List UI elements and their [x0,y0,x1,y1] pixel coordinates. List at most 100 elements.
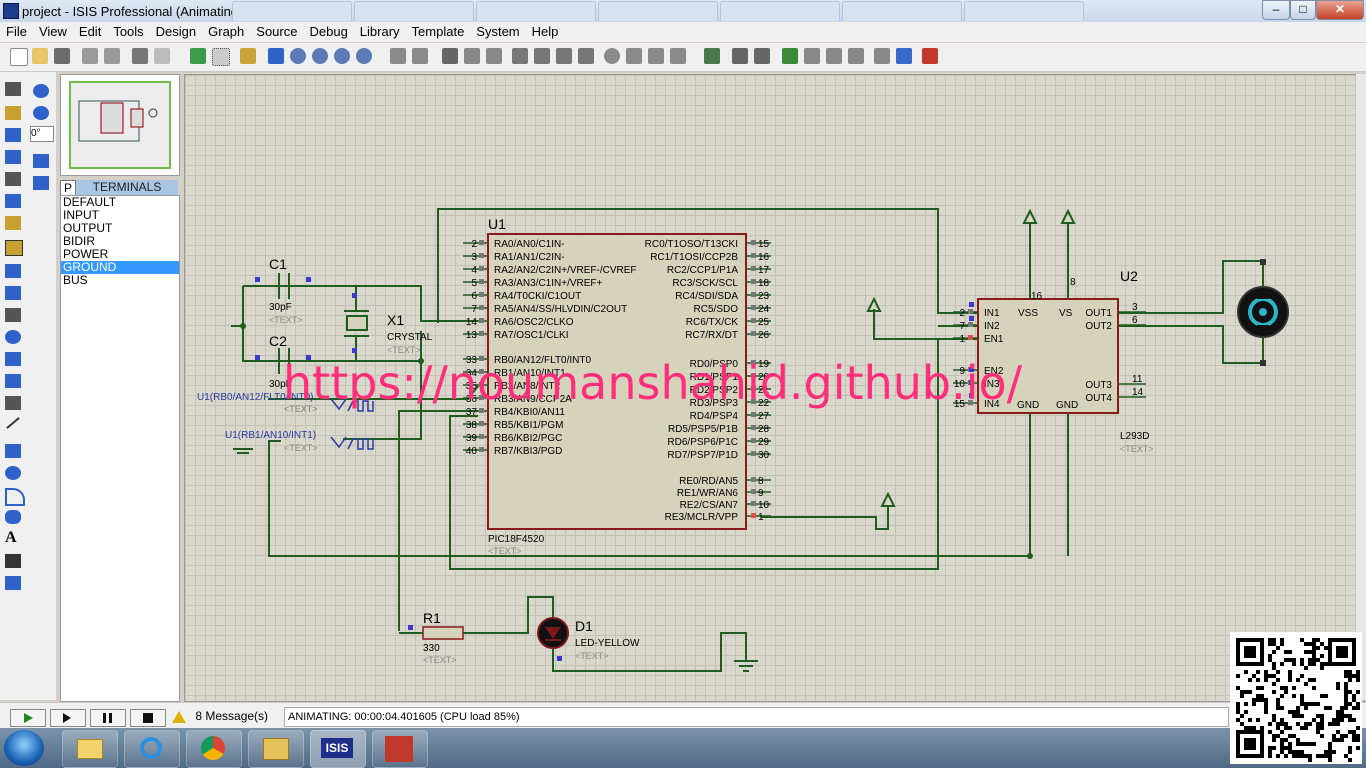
virtual-instruments-icon[interactable] [5,396,21,410]
copy-icon[interactable] [464,48,480,64]
menu-tools[interactable]: Tools [107,22,149,42]
maximize-button[interactable]: □ [1290,0,1316,20]
pause-button[interactable] [90,709,126,727]
graph-mode-icon[interactable] [5,286,21,300]
d1-led[interactable] [537,617,569,649]
messages-area[interactable]: 8 Message(s) [172,707,272,725]
component-mode-icon[interactable] [5,106,21,120]
menu-source[interactable]: Source [250,22,303,42]
line-icon[interactable] [6,417,20,429]
print-icon[interactable] [132,48,148,64]
menu-library[interactable]: Library [354,22,406,42]
new-sheet-icon[interactable] [782,48,798,64]
background-tab[interactable] [232,1,352,21]
background-tab[interactable] [842,1,962,21]
voltage-probe-icon[interactable] [5,352,21,366]
export-icon[interactable] [104,48,120,64]
explorer-taskbar-icon[interactable] [62,730,118,768]
subcircuit-icon[interactable] [5,216,21,230]
chrome-taskbar-icon[interactable] [186,730,242,768]
menu-edit[interactable]: Edit [73,22,107,42]
flip-vertical-icon[interactable] [33,176,49,190]
path-icon[interactable] [5,510,21,524]
junction-dot-icon[interactable] [5,128,21,142]
bus-icon[interactable] [5,194,21,208]
zoom-in-icon[interactable] [290,48,306,64]
generator-icon[interactable] [5,330,21,344]
mplab-taskbar-icon[interactable] [372,730,428,768]
box-icon[interactable] [5,444,21,458]
zoom-out-icon[interactable] [312,48,328,64]
vertical-scrollbar[interactable] [1356,74,1366,700]
packaging-icon[interactable] [648,48,664,64]
undo-icon[interactable] [390,48,406,64]
redo-icon[interactable] [412,48,428,64]
origin-icon[interactable] [240,48,256,64]
background-tab[interactable] [720,1,840,21]
minimize-button[interactable]: – [1262,0,1290,20]
make-device-icon[interactable] [626,48,642,64]
open-folder-icon[interactable] [32,48,48,64]
overview-window[interactable] [60,74,180,176]
play-button[interactable] [10,709,46,727]
menu-view[interactable]: View [33,22,73,42]
pick-device-icon[interactable] [604,48,620,64]
print-area-icon[interactable] [154,48,170,64]
close-button[interactable]: ✕ [1316,0,1364,20]
background-tab[interactable] [964,1,1084,21]
text-icon[interactable]: A [5,529,17,547]
rotate-ccw-icon[interactable] [33,106,49,120]
isis-taskbar-icon[interactable]: ISIS [310,730,366,768]
pan-icon[interactable] [268,48,284,64]
flip-horizontal-icon[interactable] [33,154,49,168]
overview-viewport[interactable] [69,81,171,169]
save-icon[interactable] [54,48,70,64]
symbol-icon[interactable] [5,554,21,568]
menu-graph[interactable]: Graph [202,22,250,42]
grid-icon[interactable] [212,48,230,66]
wire-label-icon[interactable] [5,150,21,164]
bom-icon[interactable] [848,48,864,64]
menu-help[interactable]: Help [526,22,565,42]
background-tab[interactable] [598,1,718,21]
background-tab[interactable] [476,1,596,21]
x1-crystal[interactable] [344,310,369,337]
tape-recorder-icon[interactable] [5,308,21,322]
terminals-list[interactable]: DEFAULT INPUT OUTPUT BIDIR POWER GROUND … [60,195,180,702]
arc-icon[interactable] [5,488,25,506]
schematic-canvas[interactable]: 2 RA0/AN0/C1IN- 3 RA1/AN1/C2IN- 4 RA2/AN2/C2I… [184,74,1365,702]
background-tab[interactable] [354,1,474,21]
terminals-mode-icon[interactable] [5,240,23,256]
rotate-cw-icon[interactable] [33,84,49,98]
block-delete-icon[interactable] [578,48,594,64]
r1-resistor[interactable] [422,626,464,640]
paste-icon[interactable] [486,48,502,64]
current-probe-icon[interactable] [5,374,21,388]
ares-icon[interactable] [922,48,938,64]
selection-mode-icon[interactable] [5,82,21,96]
marker-icon[interactable] [5,576,21,590]
files-taskbar-icon[interactable] [248,730,304,768]
new-file-icon[interactable] [10,48,28,66]
device-pins-icon[interactable] [5,264,21,278]
menu-file[interactable]: File [0,22,33,42]
import-icon[interactable] [82,48,98,64]
rotation-angle-input[interactable]: 0° [30,126,54,142]
property-tool-icon[interactable] [754,48,770,64]
block-rotate-icon[interactable] [556,48,572,64]
erc-icon[interactable] [874,48,890,64]
block-move-icon[interactable] [534,48,550,64]
menu-design[interactable]: Design [150,22,202,42]
start-button[interactable] [4,730,44,766]
refresh-icon[interactable] [190,48,206,64]
list-item[interactable]: BUS [61,274,179,287]
block-copy-icon[interactable] [512,48,528,64]
netlist-icon[interactable] [896,48,912,64]
text-script-icon[interactable] [5,172,21,186]
pick-devices-button[interactable]: P [60,180,76,196]
wire-autorouter-icon[interactable] [704,48,720,64]
step-button[interactable] [50,709,86,727]
zoom-area-icon[interactable] [356,48,372,64]
decompose-icon[interactable] [670,48,686,64]
menu-debug[interactable]: Debug [303,22,353,42]
